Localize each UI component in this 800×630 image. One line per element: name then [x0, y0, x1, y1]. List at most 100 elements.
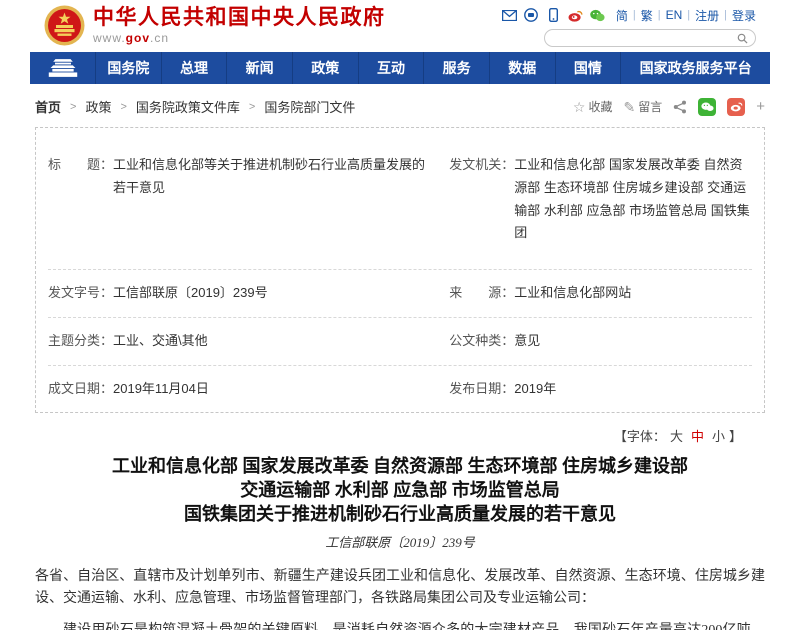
meta-value-source: 工业和信息化部网站	[514, 282, 752, 305]
site-url-prefix: www.	[93, 31, 126, 45]
link-english[interactable]: EN	[666, 8, 683, 22]
document-number: 工信部联原〔2019〕239号	[35, 532, 765, 551]
breadcrumb-separator: >	[70, 101, 76, 113]
mobile-icon[interactable]	[546, 8, 561, 23]
meta-label-doc-type: 公文种类：	[449, 330, 514, 353]
more-share-icon[interactable]: +	[756, 98, 765, 115]
nav-item-state-council[interactable]: 国务院	[96, 52, 162, 84]
meta-label-publish-date: 发布日期：	[449, 378, 514, 401]
link-separator: |	[687, 9, 690, 21]
site-header: 中华人民共和国中央人民政府 www.gov.cn	[0, 0, 800, 52]
meta-row-title-agency: 标 题： 工业和信息化部等关于推进机制砂石行业高质量发展的若干意见 发文机关： …	[48, 128, 752, 270]
nav-item-services[interactable]: 服务	[424, 52, 490, 84]
national-emblem-icon	[44, 5, 85, 46]
link-traditional[interactable]: 繁	[641, 7, 653, 24]
meta-row-dates: 成文日期： 2019年11月04日 发布日期： 2019年	[48, 366, 752, 413]
nav-item-data[interactable]: 数据	[490, 52, 556, 84]
lang-links: 简 | 繁 | EN | 注册 | 登录	[616, 7, 756, 24]
document-meta-table: 标 题： 工业和信息化部等关于推进机制砂石行业高质量发展的若干意见 发文机关： …	[35, 127, 765, 413]
salutation-paragraph: 各省、自治区、直辖市及计划单列市、新疆生产建设兵团工业和信息化、发展改革、自然资…	[35, 566, 765, 612]
favorite-label: 收藏	[588, 98, 612, 115]
nav-item-national-conditions[interactable]: 国情	[556, 52, 622, 84]
font-selector-prefix: 【字体：	[614, 429, 666, 444]
font-large-button[interactable]: 大	[670, 429, 683, 444]
meta-cell-publish-date: 发布日期： 2019年	[449, 378, 752, 401]
meta-value-issuing-agency: 工业和信息化部 国家发展改革委 自然资源部 生态环境部 住房城乡建设部 交通运输…	[514, 154, 752, 245]
nav-item-interaction[interactable]: 互动	[359, 52, 425, 84]
breadcrumb-policy[interactable]: 政策	[85, 97, 111, 116]
meta-label-category: 主题分类：	[48, 330, 113, 353]
page: 中华人民共和国中央人民政府 www.gov.cn	[0, 0, 800, 630]
meta-row-number-source: 发文字号： 工信部联原〔2019〕239号 来 源： 工业和信息化部网站	[48, 270, 752, 318]
pen-icon: ✎	[623, 101, 635, 113]
meta-value-title: 工业和信息化部等关于推进机制砂石行业高质量发展的若干意见	[113, 154, 435, 245]
weibo-icon[interactable]	[568, 8, 583, 23]
meta-cell-category: 主题分类： 工业、交通\其他	[48, 330, 449, 353]
header-right: 简 | 繁 | EN | 注册 | 登录	[502, 5, 756, 52]
meta-cell-source: 来 源： 工业和信息化部网站	[449, 282, 752, 305]
font-size-selector: 【字体： 大中小】	[35, 426, 742, 445]
breadcrumb-separator: >	[249, 101, 255, 113]
document-body: 工业和信息化部 国家发展改革委 自然资源部 生态环境部 住房城乡建设部 交通运输…	[35, 455, 765, 630]
meta-cell-issuing-agency: 发文机关： 工业和信息化部 国家发展改革委 自然资源部 生态环境部 住房城乡建设…	[449, 154, 752, 245]
breadcrumb-department-documents[interactable]: 国务院部门文件	[264, 97, 355, 116]
meta-value-doc-type: 意见	[514, 330, 752, 353]
font-selector-suffix: 】	[729, 429, 742, 444]
link-register[interactable]: 注册	[695, 7, 719, 24]
meta-label-issuing-agency: 发文机关：	[449, 154, 514, 245]
nav-home-icon[interactable]	[30, 52, 96, 84]
breadcrumb-home[interactable]: 首页	[35, 97, 61, 116]
meta-row-category-type: 主题分类： 工业、交通\其他 公文种类： 意见	[48, 318, 752, 366]
link-login[interactable]: 登录	[732, 7, 756, 24]
link-separator: |	[658, 9, 661, 21]
document-title: 工业和信息化部 国家发展改革委 自然资源部 生态环境部 住房城乡建设部 交通运输…	[35, 455, 765, 526]
search-input[interactable]	[552, 31, 737, 45]
mail-icon[interactable]	[502, 8, 517, 23]
comment-button[interactable]: ✎留言	[623, 98, 662, 115]
brand: 中华人民共和国中央人民政府 www.gov.cn	[44, 5, 386, 52]
nav-item-news[interactable]: 新闻	[227, 52, 293, 84]
breadcrumb: 首页 > 政策 > 国务院政策文件库 > 国务院部门文件	[35, 97, 355, 116]
nav-item-policy[interactable]: 政策	[293, 52, 359, 84]
meta-label-source: 来 源：	[449, 282, 514, 305]
font-medium-button[interactable]: 中	[691, 429, 704, 444]
favorite-button[interactable]: ☆收藏	[573, 98, 613, 115]
breadcrumb-row: 首页 > 政策 > 国务院政策文件库 > 国务院部门文件 ☆收藏 ✎留言 +	[35, 84, 765, 127]
site-url[interactable]: www.gov.cn	[93, 31, 386, 45]
doc-actions: ☆收藏 ✎留言 +	[573, 98, 765, 116]
share-icon[interactable]	[673, 100, 687, 114]
breadcrumb-policy-library[interactable]: 国务院政策文件库	[136, 97, 240, 116]
brand-text: 中华人民共和国中央人民政府 www.gov.cn	[93, 5, 386, 45]
wechat-share-icon[interactable]	[698, 98, 716, 116]
meta-cell-title: 标 题： 工业和信息化部等关于推进机制砂石行业高质量发展的若干意见	[48, 154, 449, 245]
meta-value-category: 工业、交通\其他	[113, 330, 435, 353]
meta-cell-doc-number: 发文字号： 工信部联原〔2019〕239号	[48, 282, 449, 305]
star-icon: ☆	[573, 101, 586, 113]
meta-cell-doc-type: 公文种类： 意见	[449, 330, 752, 353]
meta-cell-written-date: 成文日期： 2019年11月04日	[48, 378, 449, 401]
nav-item-premier[interactable]: 总理	[162, 52, 228, 84]
link-separator: |	[633, 9, 636, 21]
site-url-gov: gov	[126, 31, 150, 45]
comment-label: 留言	[638, 98, 662, 115]
search-icon[interactable]	[737, 33, 748, 44]
meta-value-doc-number: 工信部联原〔2019〕239号	[113, 282, 435, 305]
site-url-suffix: .cn	[150, 31, 169, 45]
wechat-icon[interactable]	[590, 8, 605, 23]
link-simplified[interactable]: 简	[616, 7, 628, 24]
meta-value-written-date: 2019年11月04日	[113, 378, 435, 401]
meta-label-doc-number: 发文字号：	[48, 282, 113, 305]
meta-label-title: 标 题：	[48, 154, 113, 245]
client-icon[interactable]	[524, 8, 539, 23]
font-small-button[interactable]: 小	[712, 429, 725, 444]
nav-item-gov-service-platform[interactable]: 国家政务服务平台	[621, 52, 770, 84]
weibo-share-icon[interactable]	[727, 98, 745, 116]
site-title[interactable]: 中华人民共和国中央人民政府	[93, 5, 386, 31]
body-paragraph: 建设用砂石是构筑混凝土骨架的关键原料，是消耗自然资源众多的大宗建材产品。我国砂石…	[35, 620, 765, 630]
document-title-line1: 工业和信息化部 国家发展改革委 自然资源部 生态环境部 住房城乡建设部	[35, 455, 765, 479]
quick-links-row: 简 | 繁 | EN | 注册 | 登录	[502, 7, 756, 23]
meta-value-publish-date: 2019年	[514, 378, 752, 401]
breadcrumb-separator: >	[120, 101, 126, 113]
search-box	[544, 29, 756, 47]
link-separator: |	[724, 9, 727, 21]
